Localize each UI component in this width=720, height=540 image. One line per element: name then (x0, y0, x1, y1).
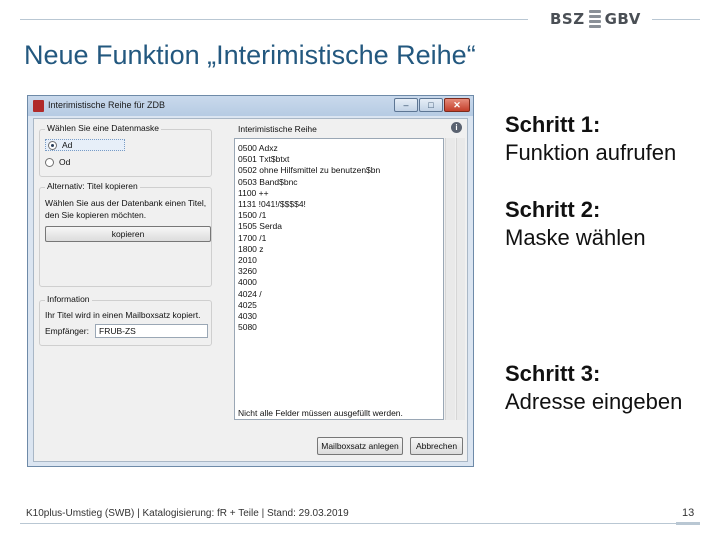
list-item[interactable]: 4024 / (238, 289, 443, 300)
recipient-label: Empfänger: (45, 326, 89, 336)
list-item[interactable]: 0503 Band$bnc (238, 177, 443, 188)
bottom-rule-accent (676, 522, 700, 525)
info-text: Ihr Titel wird in einen Mailboxsatz kopi… (45, 310, 201, 320)
radio-od-circle-icon[interactable] (45, 157, 54, 167)
field-list-items: 0500 Adxz 0501 Txt$btxt 0502 ohne Hilfsm… (235, 139, 443, 333)
help-icon[interactable]: i (451, 122, 462, 133)
list-item[interactable]: 4030 (238, 311, 443, 322)
radio-od[interactable]: Od (45, 157, 70, 167)
app-icon (33, 100, 44, 112)
list-note: Nicht alle Felder müssen ausgefüllt werd… (238, 408, 403, 418)
dialog-window: Interimistische Reihe für ZDB ‒ □ ✕ Wähl… (27, 95, 474, 467)
step-1-title: Schritt 1: (505, 112, 601, 137)
list-item[interactable]: 1700 /1 (238, 233, 443, 244)
recipient-input[interactable]: FRUB-ZS (95, 324, 208, 338)
bottom-rule (20, 523, 700, 524)
slide-title: Neue Funktion „Interimistische Reihe“ (24, 40, 476, 70)
list-item[interactable]: 1500 /1 (238, 210, 443, 221)
logo-bsz-text: BSZ (550, 10, 585, 28)
footer-text: K10plus-Umstieg (SWB) | Katalogisierung:… (26, 508, 349, 519)
minimize-button[interactable]: ‒ (394, 98, 418, 112)
list-item[interactable]: 4000 (238, 277, 443, 288)
radio-od-label: Od (59, 157, 71, 167)
list-item[interactable]: 1131 !041!/$$$$4! (238, 199, 443, 210)
field-list[interactable]: 0500 Adxz 0501 Txt$btxt 0502 ohne Hilfsm… (234, 138, 444, 420)
step-2-desc: Maske wählen (505, 225, 646, 250)
copy-group-label: Alternativ: Titel kopieren (45, 181, 140, 191)
list-item[interactable]: 1505 Serda (238, 221, 443, 232)
close-button[interactable]: ✕ (444, 98, 470, 112)
step-1: Schritt 1: Funktion aufrufen (505, 111, 676, 167)
step-3-title: Schritt 3: (505, 361, 601, 386)
radio-ad-label: Ad (62, 140, 73, 150)
step-3: Schritt 3: Adresse eingeben (505, 360, 682, 416)
step-1-desc: Funktion aufrufen (505, 140, 677, 165)
list-scrollbar[interactable] (445, 138, 455, 420)
radio-ad[interactable]: Ad (45, 139, 125, 151)
dialog-body: Wählen Sie eine Datenmaske Ad Od Alterna… (33, 118, 468, 462)
list-item[interactable]: 2010 (238, 255, 443, 266)
step-3-desc: Adresse eingeben (505, 389, 683, 414)
top-rule (20, 19, 528, 20)
list-item[interactable]: 1800 z (238, 244, 443, 255)
abbrechen-button[interactable]: Abbrechen (410, 437, 463, 455)
radio-ad-circle-icon[interactable] (48, 140, 57, 150)
logo-stripes-icon (588, 10, 601, 28)
copy-group: Alternativ: Titel kopieren Wählen Sie au… (39, 181, 212, 287)
logo-gbv-text: GBV (604, 10, 641, 28)
copy-instructions: Wählen Sie aus der Datenbank einen Titel… (45, 198, 207, 220)
mask-group: Wählen Sie eine Datenmaske Ad Od (39, 123, 212, 177)
list-item[interactable]: 1100 ++ (238, 188, 443, 199)
mailboxsatz-anlegen-button[interactable]: Mailboxsatz anlegen (317, 437, 403, 455)
list-item[interactable]: 5080 (238, 322, 443, 333)
bsz-gbv-logo: BSZ GBV (550, 8, 650, 30)
step-2-title: Schritt 2: (505, 197, 601, 222)
list-item[interactable]: 3260 (238, 266, 443, 277)
panel-scrollbar[interactable] (456, 138, 465, 420)
list-item[interactable]: 0501 Txt$btxt (238, 154, 443, 165)
page-number: 13 (682, 507, 695, 519)
top-rule-end (652, 19, 700, 20)
info-group: Information Ihr Titel wird in einen Mail… (39, 294, 212, 346)
list-item[interactable]: 4025 (238, 300, 443, 311)
dialog-titlebar[interactable]: Interimistische Reihe für ZDB ‒ □ ✕ (28, 96, 473, 116)
kopieren-button[interactable]: kopieren (45, 226, 211, 242)
list-item[interactable]: 0500 Adxz (238, 143, 443, 154)
list-label: Interimistische Reihe (238, 124, 317, 134)
maximize-button[interactable]: □ (419, 98, 443, 112)
list-item[interactable]: 0502 ohne Hilfsmittel zu benutzen$bn (238, 165, 443, 176)
step-2: Schritt 2: Maske wählen (505, 196, 646, 252)
dialog-title: Interimistische Reihe für ZDB (48, 100, 166, 110)
info-group-label: Information (45, 294, 92, 304)
mask-group-label: Wählen Sie eine Datenmaske (45, 123, 161, 133)
